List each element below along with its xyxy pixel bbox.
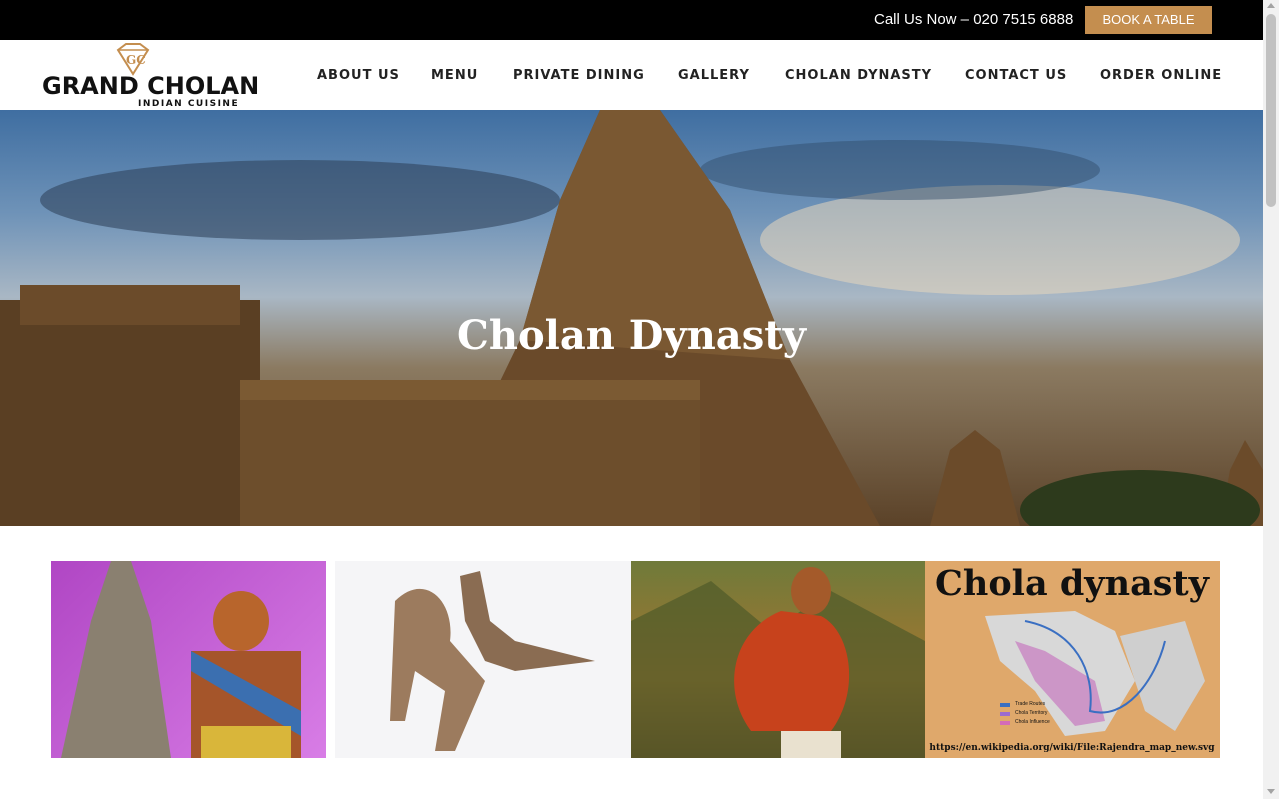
logo[interactable]: GC GRAND CHOLAN INDIAN CUISINE — [42, 42, 259, 110]
nav-private-dining[interactable]: PRIVATE DINING — [513, 68, 645, 83]
gallery-image-horse-statue[interactable] — [335, 561, 631, 758]
map-legend-1: Trade Routes — [1015, 701, 1046, 707]
page-scrollbar[interactable] — [1263, 0, 1279, 799]
nav-cholan-dynasty[interactable]: CHOLAN DYNASTY — [785, 68, 932, 83]
gallery-image-chola-map[interactable]: Chola dynasty Trade Routes Chola Territo… — [925, 561, 1220, 758]
nav-menu[interactable]: MENU — [431, 68, 478, 83]
brand-name: GRAND CHOLAN — [42, 72, 260, 100]
site-header: GC GRAND CHOLAN INDIAN CUISINE ABOUT US … — [0, 40, 1263, 110]
nav-gallery[interactable]: GALLERY — [678, 68, 750, 83]
top-bar: Call Us Now – 020 7515 6888 BOOK A TABLE — [0, 0, 1263, 40]
gallery-image-chola-queen[interactable] — [631, 561, 925, 758]
book-table-button[interactable]: BOOK A TABLE — [1085, 6, 1212, 34]
nav-contact-us[interactable]: CONTACT US — [965, 68, 1067, 83]
horse-statue-illustration — [390, 571, 595, 751]
queen-illustration — [631, 567, 925, 758]
warrior-illustration — [61, 561, 301, 758]
page-title: Cholan Dynasty — [457, 312, 806, 359]
nav-order-online[interactable]: ORDER ONLINE — [1100, 68, 1222, 83]
gallery-image-warrior-temple[interactable] — [51, 561, 326, 758]
scrollbar-thumb[interactable] — [1266, 14, 1276, 207]
diamond-logo-icon: GC — [116, 43, 150, 76]
map-legend-2: Chola Territory — [1015, 710, 1048, 716]
map-legend-3: Chola Influence — [1015, 719, 1050, 725]
brand-tagline: INDIAN CUISINE — [138, 99, 240, 109]
map-illustration — [985, 611, 1205, 736]
svg-text:GC: GC — [126, 53, 146, 67]
scroll-down-icon[interactable] — [1267, 789, 1275, 794]
scroll-up-icon[interactable] — [1267, 3, 1275, 8]
nav-about-us[interactable]: ABOUT US — [317, 68, 400, 83]
map-caption: https://en.wikipedia.org/wiki/File:Rajen… — [929, 743, 1215, 753]
hero-banner: Cholan Dynasty — [0, 110, 1263, 526]
call-us-text[interactable]: Call Us Now – 020 7515 6888 — [874, 11, 1073, 28]
